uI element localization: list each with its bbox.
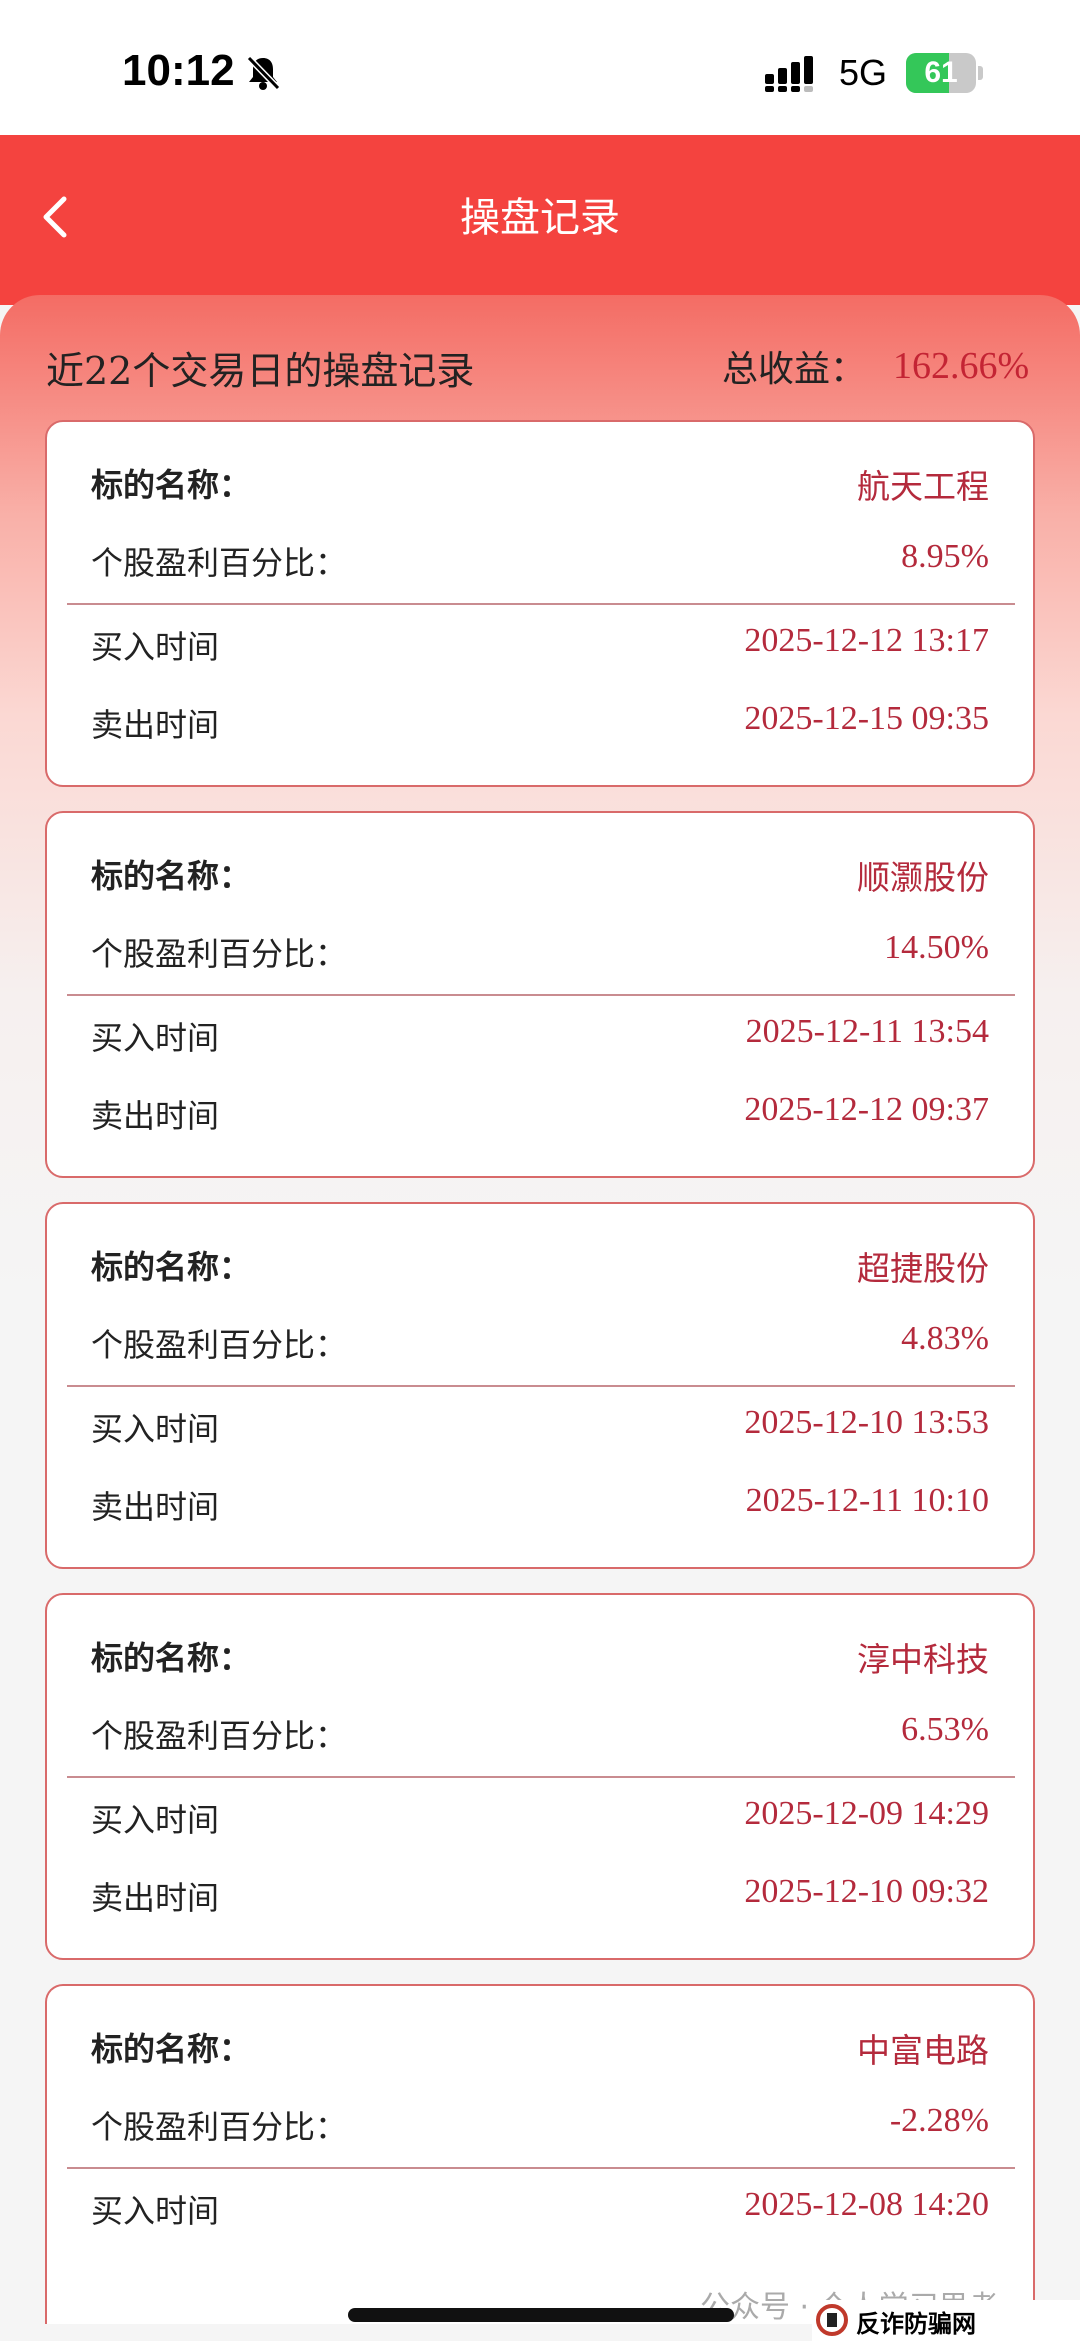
record-card[interactable]: 标的名称： 航天工程 个股盈利百分比： 8.95% 买入时间 2025-12-1… <box>45 420 1035 787</box>
home-indicator[interactable] <box>348 2308 734 2322</box>
site-logo: 反诈防骗网 paodu.cc <box>812 2300 1080 2341</box>
site-logo-text: 反诈防骗网 paodu.cc <box>856 2310 978 2341</box>
sell-label: 卖出时间 <box>91 1879 220 1917</box>
sell-label: 卖出时间 <box>91 1097 220 1135</box>
pct-label: 个股盈利百分比： <box>91 2108 348 2146</box>
status-time: 10:12 <box>122 46 235 95</box>
sell-label: 卖出时间 <box>91 1488 220 1526</box>
divider <box>67 1776 1015 1778</box>
sell-time: 2025-12-15 09:35 <box>744 700 989 737</box>
stock-name: 中富电路 <box>857 2031 989 2070</box>
page-title: 操盘记录 <box>460 195 620 241</box>
name-label: 标的名称： <box>91 2030 252 2068</box>
profit-pct: 8.95% <box>901 538 989 575</box>
buy-time: 2025-12-12 13:17 <box>744 622 989 659</box>
buy-time: 2025-12-08 14:20 <box>744 2186 989 2223</box>
bell-slash-icon <box>246 55 281 91</box>
stock-name: 超捷股份 <box>857 1249 989 1288</box>
pct-label: 个股盈利百分比： <box>91 544 348 582</box>
buy-label: 买入时间 <box>91 628 220 666</box>
name-label: 标的名称： <box>91 857 252 895</box>
stock-name: 航天工程 <box>857 467 989 506</box>
sell-time: 2025-12-12 09:37 <box>744 1091 989 1128</box>
profit-pct: 14.50% <box>884 929 989 966</box>
divider <box>67 1385 1015 1387</box>
buy-time: 2025-12-11 13:54 <box>745 1013 989 1050</box>
summary-title: 近22个交易日的操盘记录 <box>46 349 475 393</box>
battery-charging-icon: 61 <box>906 53 984 93</box>
buy-time: 2025-12-09 14:29 <box>744 1795 989 1832</box>
name-label: 标的名称： <box>91 1639 252 1677</box>
record-card[interactable]: 标的名称： 淳中科技 个股盈利百分比： 6.53% 买入时间 2025-12-0… <box>45 1593 1035 1960</box>
network-type: 5G <box>839 52 888 93</box>
logo-icon <box>816 2304 848 2336</box>
profit-pct: -2.28% <box>889 2102 989 2139</box>
buy-label: 买入时间 <box>91 2192 220 2230</box>
pct-label: 个股盈利百分比： <box>91 1717 348 1755</box>
status-bar: 10:12 5G 61 <box>0 0 1080 135</box>
sell-label: 卖出时间 <box>91 706 220 744</box>
signal-icon <box>765 56 813 92</box>
buy-label: 买入时间 <box>91 1801 220 1839</box>
stock-name: 淳中科技 <box>857 1640 989 1679</box>
sell-time: 2025-12-11 10:10 <box>745 1482 989 1519</box>
record-card[interactable]: 标的名称： 超捷股份 个股盈利百分比： 4.83% 买入时间 2025-12-1… <box>45 1202 1035 1569</box>
divider <box>67 2167 1015 2169</box>
name-label: 标的名称： <box>91 1248 252 1286</box>
divider <box>67 603 1015 605</box>
total-return-label: 总收益： <box>722 349 867 390</box>
stock-name: 顺灏股份 <box>857 858 989 897</box>
name-label: 标的名称： <box>91 466 252 504</box>
profit-pct: 4.83% <box>901 1320 989 1357</box>
header-bar: 操盘记录 <box>0 135 1080 305</box>
buy-label: 买入时间 <box>91 1410 220 1448</box>
battery-level: 61 <box>924 56 958 89</box>
divider <box>67 994 1015 996</box>
sell-time: 2025-12-10 09:32 <box>744 1873 989 1910</box>
buy-label: 买入时间 <box>91 1019 220 1057</box>
buy-time: 2025-12-10 13:53 <box>744 1404 989 1441</box>
record-card[interactable]: 标的名称： 中富电路 个股盈利百分比： -2.28% 买入时间 2025-12-… <box>45 1984 1035 2324</box>
pct-label: 个股盈利百分比： <box>91 1326 348 1364</box>
pct-label: 个股盈利百分比： <box>91 935 348 973</box>
profit-pct: 6.53% <box>901 1711 989 1748</box>
total-return-value: 162.66% <box>893 345 1030 387</box>
record-card[interactable]: 标的名称： 顺灏股份 个股盈利百分比： 14.50% 买入时间 2025-12-… <box>45 811 1035 1178</box>
